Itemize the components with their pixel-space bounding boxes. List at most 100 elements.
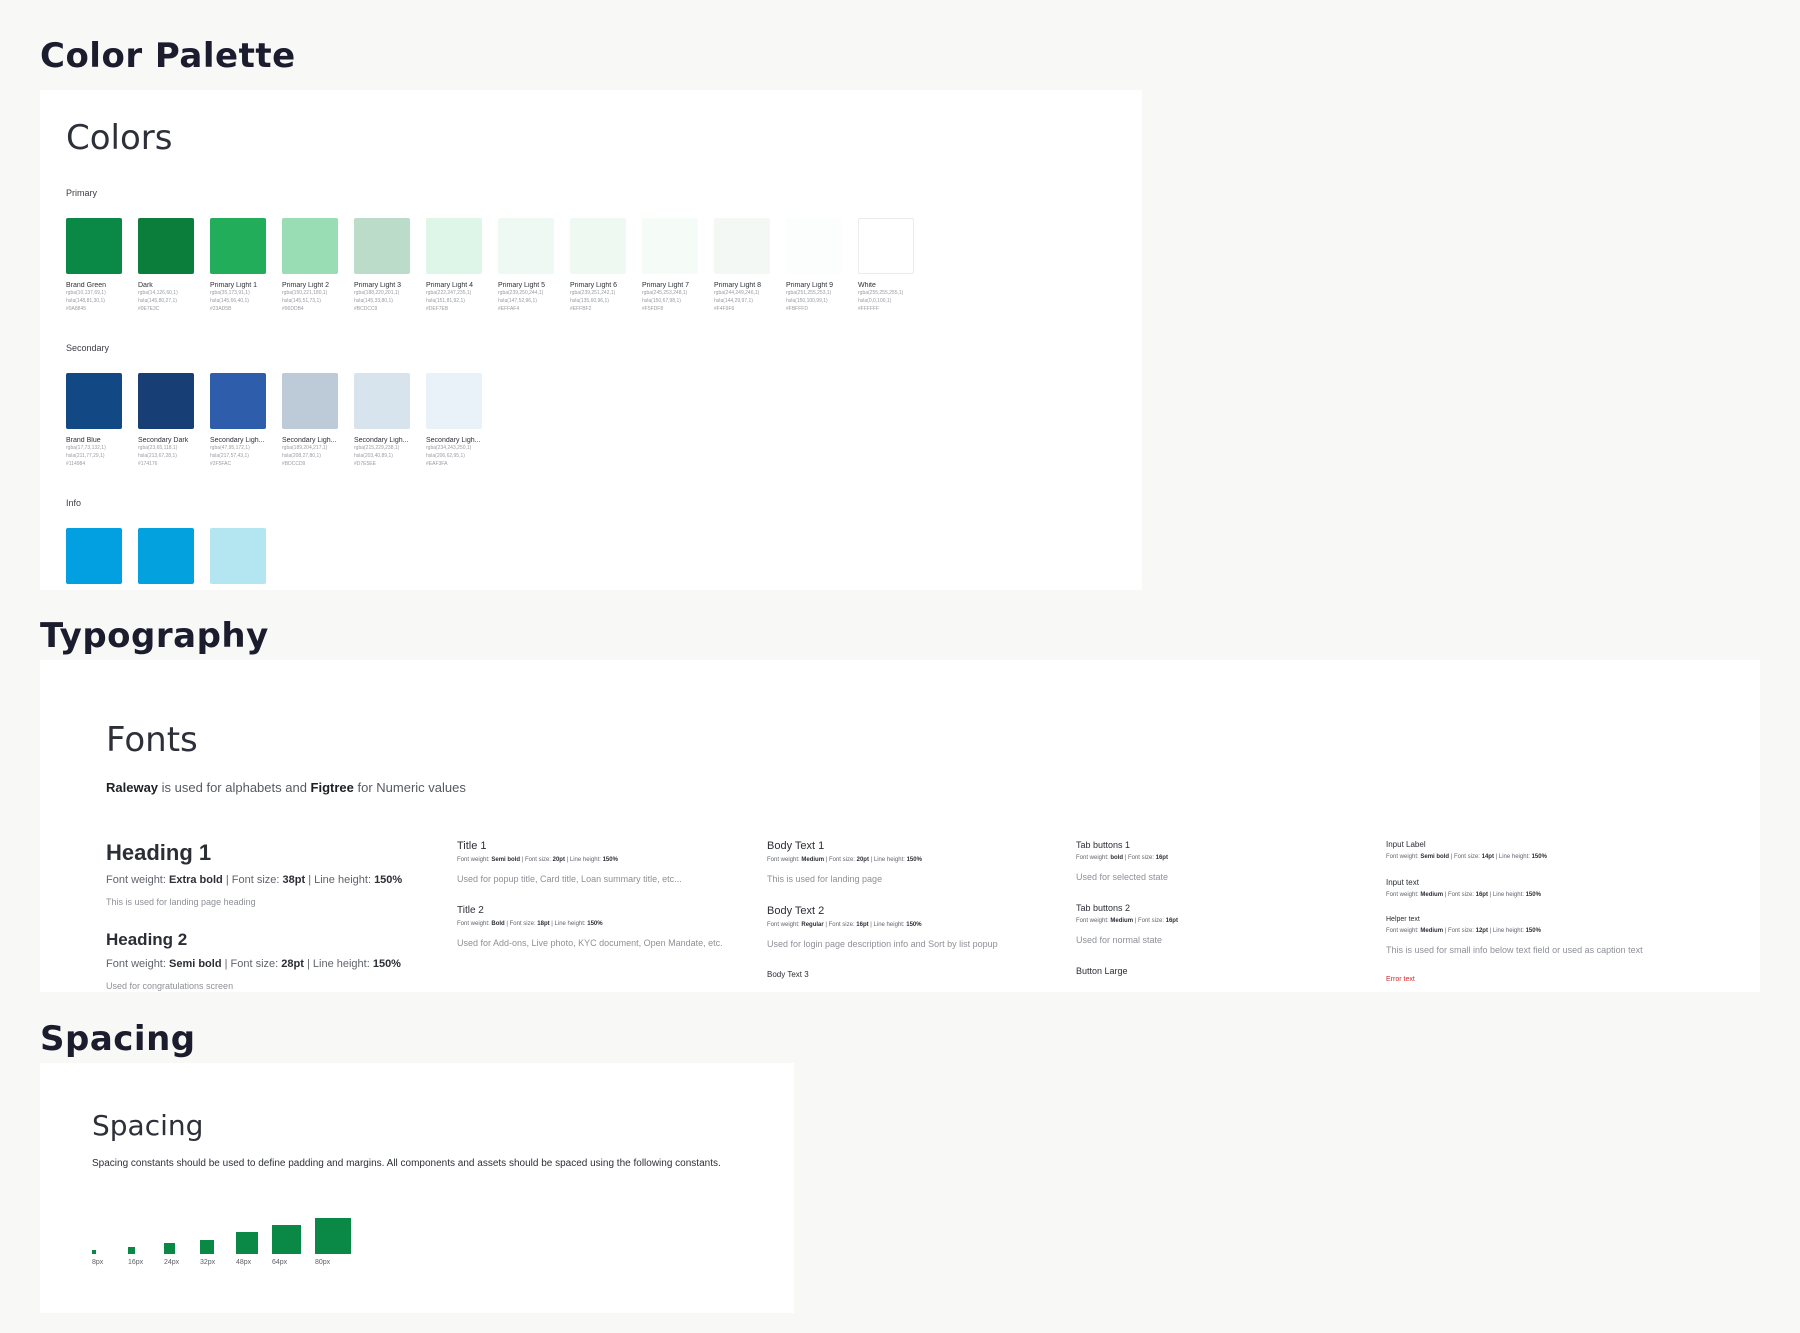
color-swatch[interactable] <box>210 528 266 584</box>
spacing-title: Spacing <box>92 1109 204 1142</box>
color-swatch[interactable]: Dark rgba(14,126,60,1) hsla(145,80,27,1) #0… <box>138 218 194 313</box>
spec-separator: | <box>222 874 232 886</box>
spec-value: Semi bold <box>491 857 521 863</box>
swatch-hex: #F4F9F6 <box>714 306 735 312</box>
swatch-rgba: rgba(251,255,253,1) <box>786 290 832 296</box>
swatch-rgba: rgba(255,255,255,1) <box>858 290 904 296</box>
color-swatch[interactable]: Brand Green rgba(10,137,69,1) hsla(148,81,… <box>66 218 122 313</box>
spacing-box <box>200 1240 214 1254</box>
spec-value: 16pt <box>1475 892 1488 898</box>
color-swatch[interactable]: Primary Light 5 rgba(239,250,244,1) hsla(1… <box>498 218 554 313</box>
swatch-rgba: rgba(188,220,201,1) <box>354 290 400 296</box>
color-swatch[interactable]: Secondary Ligh... rgba(189,204,217,1) hsla… <box>282 373 338 468</box>
type-style-title: Body Text 2 <box>767 905 825 917</box>
type-style-title: Helper text <box>1386 916 1420 923</box>
swatch-row-secondary: Brand Blue rgba(17,73,132,1) hsla(211,77,2… <box>66 373 482 468</box>
spacing-scale <box>92 1218 365 1254</box>
color-swatch[interactable]: Brand Blue rgba(17,73,132,1) hsla(211,77,2… <box>66 373 122 468</box>
swatch-hsla: hsla(208,27,80,1) <box>282 453 321 459</box>
swatch-rgba: rgba(222,247,235,1) <box>426 290 472 296</box>
type-style-title: Tab buttons 2 <box>1076 903 1131 913</box>
spec-label: Line height: <box>873 857 907 863</box>
spec-value: 150% <box>1525 892 1541 898</box>
swatch-rgba: rgba(17,73,132,1) <box>66 445 106 451</box>
type-style: Title 2 Font weight: Bold | Font size: 18… <box>457 905 727 951</box>
swatch-hex: #DEF7EB <box>426 306 449 312</box>
group-label-secondary: Secondary <box>66 343 110 353</box>
swatch-hex: #BDCCD9 <box>282 461 306 467</box>
spec-label: Line height: <box>314 874 375 886</box>
type-style-description: Used for popup title, Card title, Loan s… <box>457 874 682 884</box>
type-style-spec: Font weight: Regular | Font size: 16pt |… <box>767 922 1037 928</box>
colors-title: Colors <box>66 118 173 158</box>
swatch-color-box <box>354 218 410 274</box>
type-style-spec: Font weight: Bold | Font size: 18pt | Li… <box>457 921 727 927</box>
spec-value: 16pt <box>1155 855 1168 861</box>
swatch-hex: #EFFBF2 <box>570 306 592 312</box>
spacing-box <box>164 1243 175 1254</box>
swatch-rgba: rgba(215,229,238,1) <box>354 445 400 451</box>
spec-label: Font size: <box>828 857 857 863</box>
color-swatch[interactable]: Secondary Ligh... rgba(234,243,250,1) hsla… <box>426 373 482 468</box>
spec-label: Font size: <box>828 922 857 928</box>
color-swatch[interactable]: Primary Light 9 rgba(251,255,253,1) hsla(1… <box>786 218 842 313</box>
color-swatch[interactable]: Primary Light 4 rgba(222,247,235,1) hsla(1… <box>426 218 482 313</box>
type-column-5: Input Label Font weight: Semi bold | Font… <box>1386 840 1716 983</box>
spec-label: Font weight: <box>1386 892 1421 898</box>
swatch-hex: #FFFFFF <box>858 306 880 312</box>
swatch-color-box <box>138 218 194 274</box>
spec-label: Line height: <box>554 921 588 927</box>
spec-label: Font weight: <box>457 921 492 927</box>
type-style: Tab buttons 1 Font weight: bold | Font si… <box>1076 840 1346 885</box>
type-style-spec: Font weight: Extra bold | Font size: 38p… <box>106 874 426 886</box>
swatch-color-box <box>210 528 266 584</box>
group-label-info: Info <box>66 498 82 508</box>
type-style-spec: Font weight: Medium | Font size: 12pt | … <box>1386 928 1716 934</box>
swatch-color-box <box>282 373 338 429</box>
spec-value: Semi bold <box>1420 854 1450 860</box>
spec-separator: | <box>305 874 315 886</box>
swatch-name: White <box>858 282 876 289</box>
color-swatch[interactable]: Primary Light 2 rgba(150,221,180,1) hsla(1… <box>282 218 338 313</box>
swatch-row-primary: Brand Green rgba(10,137,69,1) hsla(148,81,… <box>66 218 914 313</box>
swatch-name: Primary Light 3 <box>354 282 402 289</box>
spec-value: Extra bold <box>168 874 223 886</box>
spec-value: 28pt <box>281 958 304 970</box>
spec-label: Font weight: <box>1386 854 1421 860</box>
swatch-rgba: rgba(239,250,244,1) <box>498 290 544 296</box>
font-name-figtree: Figtree <box>310 780 354 795</box>
spacing-item <box>236 1232 258 1254</box>
color-swatch[interactable]: Primary Light 6 rgba(239,251,242,1) hsla(1… <box>570 218 626 313</box>
spec-value: 150% <box>374 874 403 886</box>
swatch-color-box <box>138 528 194 584</box>
color-swatch[interactable]: Primary Light 3 rgba(188,220,201,1) hsla(1… <box>354 218 410 313</box>
color-swatch[interactable]: Secondary Ligh... rgba(215,229,238,1) hsla… <box>354 373 410 468</box>
spec-value: 38pt <box>282 874 306 886</box>
swatch-hsla: hsla(150,100,99,1) <box>786 298 828 304</box>
swatch-rgba: rgba(23,65,118,1) <box>138 445 178 451</box>
color-swatch[interactable] <box>66 528 122 584</box>
type-style-description: Used for normal state <box>1076 935 1163 945</box>
color-swatch[interactable]: Secondary Dark rgba(23,65,118,1) hsla(213,… <box>138 373 194 468</box>
spec-separator: | <box>303 958 313 970</box>
swatch-hsla: hsla(145,80,27,1) <box>138 298 177 304</box>
swatch-rgba: rgba(47,95,172,1) <box>210 445 250 451</box>
swatch-color-box <box>714 218 770 274</box>
color-swatch[interactable]: Secondary Ligh... rgba(47,95,172,1) hsla(2… <box>210 373 266 468</box>
color-swatch[interactable]: White rgba(255,255,255,1) hsla(0,0,100,1) #… <box>858 218 914 313</box>
swatch-color-box <box>354 373 410 429</box>
spec-value: 16pt <box>856 922 869 928</box>
type-style-spec: Font weight: Semi bold | Font size: 28pt… <box>106 958 426 970</box>
swatch-rgba: rgba(14,126,60,1) <box>138 290 178 296</box>
swatch-color-box <box>786 218 842 274</box>
type-style-title: Input text <box>1386 878 1419 887</box>
color-swatch[interactable]: Primary Light 8 rgba(244,249,246,1) hsla(1… <box>714 218 770 313</box>
color-swatch[interactable] <box>138 528 194 584</box>
type-style-description: Used for selected state <box>1076 872 1169 882</box>
swatch-hsla: hsla(144,29,97,1) <box>714 298 753 304</box>
spec-label: Font size: <box>524 857 553 863</box>
swatch-color-box <box>570 218 626 274</box>
spacing-box <box>236 1232 258 1254</box>
color-swatch[interactable]: Primary Light 7 rgba(245,253,248,1) hsla(1… <box>642 218 698 313</box>
color-swatch[interactable]: Primary Light 1 rgba(35,173,91,1) hsla(145… <box>210 218 266 313</box>
